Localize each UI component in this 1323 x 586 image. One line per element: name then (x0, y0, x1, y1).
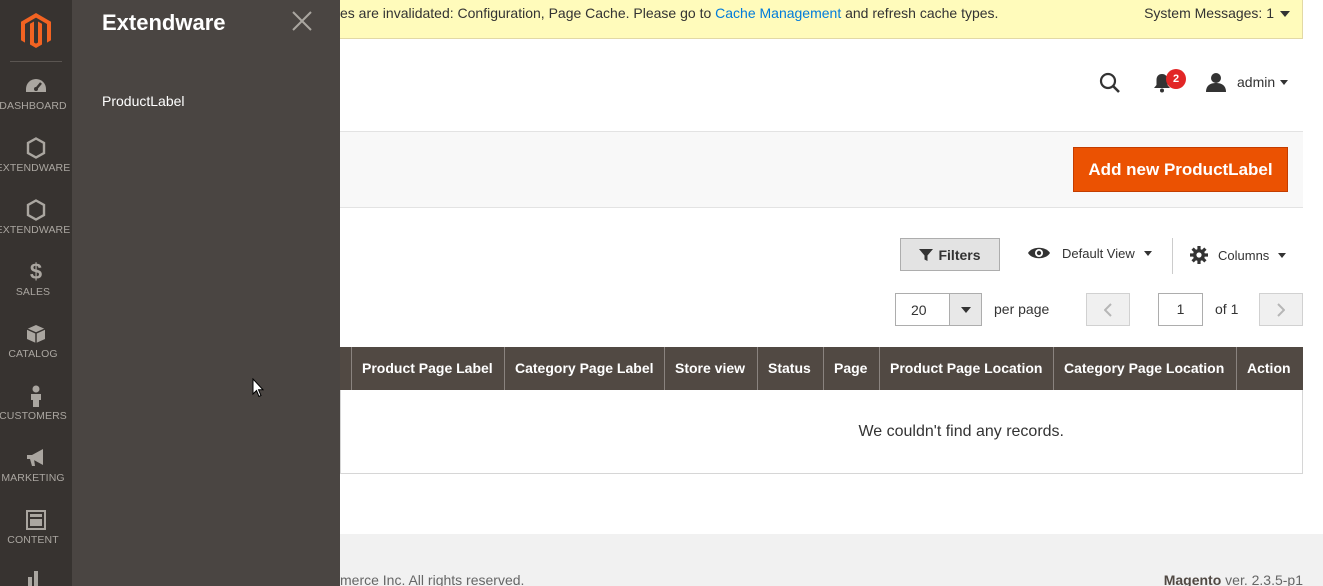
version-text: Magento ver. 2.3.5-p1 (1164, 572, 1303, 586)
nav-label: CONTENT (7, 533, 59, 546)
funnel-icon (919, 248, 934, 261)
notification-badge: 2 (1166, 69, 1186, 89)
page-header: 2 admin (340, 40, 1303, 132)
grid-body: We couldn't find any records. (340, 390, 1303, 474)
footer-brand: Magento (1163, 572, 1222, 586)
column-header[interactable]: Product Page Location (879, 347, 1042, 390)
person-icon (29, 385, 43, 407)
column-header[interactable]: Product Page Label (351, 347, 493, 390)
chevron-down-icon[interactable] (1280, 80, 1288, 85)
flyout-title: Extendware (102, 10, 226, 35)
empty-records-message: We couldn't find any records. (858, 423, 1064, 440)
chevron-down-icon (960, 306, 971, 313)
nav-label: EXTENDWARE (0, 223, 71, 236)
per-page-label: per page (994, 301, 1050, 317)
nav-item-marketing[interactable]: MARKETING (0, 434, 72, 496)
system-message-text: es are invalidated: Configuration, Page … (340, 5, 998, 21)
close-icon[interactable] (290, 9, 314, 33)
mouse-cursor-icon (252, 377, 265, 403)
system-messages-count: System Messages: 1 (1144, 5, 1274, 21)
footer-version: ver. 2.3.5-p1 (1221, 572, 1303, 586)
per-page-toggle[interactable] (949, 294, 981, 325)
chevron-down-icon (1143, 250, 1152, 256)
nav-item-extendware-2[interactable]: EXTENDWARE (0, 186, 72, 248)
filters-button[interactable]: Filters (900, 238, 1000, 271)
nav-item-reports[interactable] (0, 558, 72, 586)
dashboard-icon (25, 75, 47, 97)
bar-chart-icon (26, 566, 46, 586)
nav-label: MARKETING (1, 471, 65, 484)
user-name[interactable]: admin (1237, 74, 1275, 90)
chevron-down-icon (1278, 252, 1287, 258)
filters-label: Filters (938, 246, 981, 263)
hexagon-icon (26, 198, 46, 221)
column-header[interactable]: Page (823, 347, 867, 390)
columns-dropdown[interactable]: Columns (1189, 245, 1287, 265)
page-footer: merce Inc. All rights reserved. Magento … (340, 534, 1323, 586)
nav-label: SALES (15, 285, 51, 298)
divider (1172, 238, 1173, 274)
next-page-button[interactable] (1259, 293, 1303, 326)
nav-label: CUSTOMERS (0, 409, 67, 422)
cache-management-link[interactable]: Cache Management (715, 5, 841, 21)
previous-page-button[interactable] (1086, 293, 1130, 326)
column-header[interactable]: Status (757, 347, 811, 390)
gear-icon (1190, 246, 1208, 264)
total-pages: of 1 (1215, 301, 1239, 317)
column-header: Action (1236, 347, 1291, 390)
per-page-value: 20 (911, 302, 927, 318)
chevron-right-icon (1277, 302, 1285, 317)
per-page-select[interactable]: 20 (895, 293, 982, 326)
box-icon (26, 323, 46, 345)
submenu-flyout: Extendware ProductLabel (72, 0, 340, 586)
magento-logo[interactable] (10, 0, 62, 62)
chevron-down-icon (1280, 11, 1290, 18)
system-message-prefix: es are invalidated: Configuration, Page … (340, 5, 716, 21)
default-view-label: Default View (1062, 245, 1135, 261)
nav-label: CATALOG (8, 347, 58, 360)
column-header[interactable]: Category Page Location (1053, 347, 1224, 390)
megaphone-icon (25, 447, 47, 469)
column-header[interactable]: Store view (664, 347, 745, 390)
dollar-icon: $ (29, 258, 43, 284)
grid-header: Product Page Label Category Page Label S… (340, 347, 1303, 390)
hexagon-icon (26, 136, 46, 159)
magento-logo-icon (21, 12, 51, 48)
page-actions: Add new ProductLabel (340, 132, 1303, 208)
admin-menu: DASHBOARD EXTENDWARE EXTENDWARE $ SALES … (0, 0, 72, 586)
nav-item-content[interactable]: CONTENT (0, 496, 72, 558)
nav-item-customers[interactable]: CUSTOMERS (0, 372, 72, 434)
current-page-input[interactable]: 1 (1158, 293, 1203, 326)
nav-item-catalog[interactable]: CATALOG (0, 310, 72, 372)
nav-label: EXTENDWARE (0, 161, 71, 174)
search-icon[interactable] (1099, 72, 1121, 99)
eye-icon (1028, 247, 1050, 259)
nav-label: DASHBOARD (0, 99, 67, 112)
nav-item-dashboard[interactable]: DASHBOARD (0, 62, 72, 124)
nav-item-extendware[interactable]: EXTENDWARE (0, 124, 72, 186)
nav-item-sales[interactable]: $ SALES (0, 248, 72, 310)
flyout-link-productlabel[interactable]: ProductLabel (102, 93, 185, 109)
default-view-dropdown[interactable]: Default View (1027, 245, 1152, 261)
system-message-bar: es are invalidated: Configuration, Page … (340, 0, 1303, 39)
layout-icon (26, 509, 46, 531)
system-message-suffix: and refresh cache types. (841, 5, 999, 21)
columns-label: Columns (1218, 247, 1270, 263)
user-icon[interactable] (1206, 72, 1226, 97)
add-new-productlabel-button[interactable]: Add new ProductLabel (1073, 147, 1288, 192)
system-messages-toggle[interactable]: System Messages: 1 (1144, 5, 1290, 21)
copyright-text: merce Inc. All rights reserved. (340, 572, 525, 586)
column-header[interactable]: Category Page Label (504, 347, 654, 390)
chevron-left-icon (1104, 302, 1112, 317)
